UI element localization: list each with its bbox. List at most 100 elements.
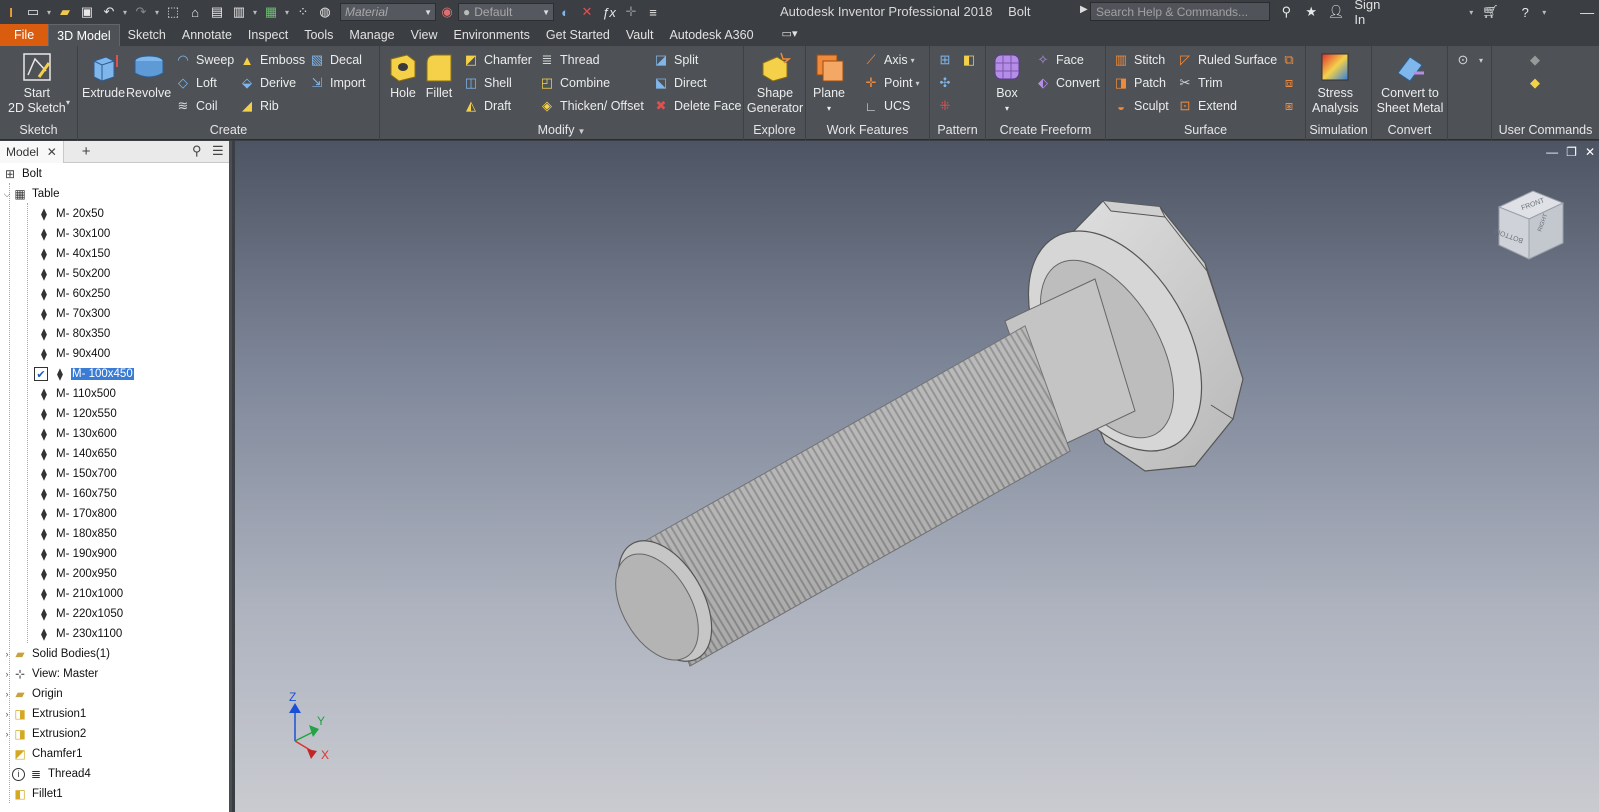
tree-chamfer1[interactable]: ◩ Chamfer1 <box>12 744 84 764</box>
tab-inspect[interactable]: Inspect <box>240 24 296 46</box>
table-row[interactable]: ⧫ M- 50x200 <box>36 264 111 284</box>
browser-tab-model[interactable]: Model ✕ <box>0 140 64 163</box>
tab-view[interactable]: View <box>403 24 446 46</box>
table-row[interactable]: ⧫ M- 200x950 <box>36 564 118 584</box>
expand-icon[interactable]: › <box>2 649 12 659</box>
surface-extra-3-button[interactable]: ⧆ <box>1280 96 1302 116</box>
graphics-viewport[interactable]: — ❐ ✕ FRONT BOTTOM RIGHT Z Y X <box>235 141 1599 812</box>
combine-button[interactable]: ◰ Combine <box>538 73 610 93</box>
table-row[interactable]: ⧫ M- 120x550 <box>36 404 118 424</box>
expand-icon[interactable]: › <box>2 709 12 719</box>
help-icon[interactable]: ? <box>1515 1 1536 23</box>
app-logo-icon[interactable]: I <box>0 1 22 23</box>
search-icon[interactable]: ⚲ <box>192 143 202 159</box>
star-icon[interactable]: ★ <box>1301 1 1322 23</box>
chamfer-button[interactable]: ◩ Chamfer <box>462 50 532 70</box>
ruled-surface-button[interactable]: ◸ Ruled Surface <box>1176 50 1277 70</box>
table-row[interactable]: ⧫ M- 220x1050 <box>36 604 124 624</box>
appearance-combo[interactable]: ● Default ▼ <box>458 3 554 21</box>
table-row[interactable]: ⧫ M- 90x400 <box>36 344 111 364</box>
new-icon[interactable]: ▭ <box>22 1 44 23</box>
mirror-button[interactable]: ◧ <box>960 50 982 70</box>
tab-3d-model[interactable]: 3D Model <box>48 24 120 46</box>
fillet-button[interactable]: Fillet <box>422 50 456 101</box>
help-dropdown-icon[interactable]: ▾ <box>1540 8 1549 17</box>
sketch-dropdown-icon[interactable]: ▾ <box>66 98 70 107</box>
thread-button[interactable]: ≣ Thread <box>538 50 600 70</box>
face-button[interactable]: ✧ Face <box>1034 50 1084 70</box>
coil-button[interactable]: ≋ Coil <box>174 96 218 116</box>
sculpt-button[interactable]: ◒ Sculpt <box>1112 96 1169 116</box>
stress-analysis-button[interactable]: Stress Analysis <box>1312 50 1359 116</box>
table-row[interactable]: ⧫ M- 30x100 <box>36 224 111 244</box>
more-dropdown-button[interactable]: ⊙ ▾ <box>1454 50 1483 70</box>
undo-icon[interactable]: ↶ <box>98 1 120 23</box>
tab-sketch[interactable]: Sketch <box>120 24 174 46</box>
tree-extrusion1[interactable]: › ◨ Extrusion1 <box>2 704 87 724</box>
update-dropdown-icon[interactable]: ▾ <box>282 8 292 17</box>
table-row[interactable]: ⧫ M- 180x850 <box>36 524 118 544</box>
cart-icon[interactable]: 🛒︎ <box>1480 1 1501 23</box>
patch-button[interactable]: ◨ Patch <box>1112 73 1166 93</box>
split-button[interactable]: ◪ Split <box>652 50 698 70</box>
table-row[interactable]: ⧫ M- 130x600 <box>36 424 118 444</box>
sweep-button[interactable]: ◠ Sweep <box>174 50 234 70</box>
table-row[interactable]: ⧫ M- 230x1100 <box>36 624 123 644</box>
tree-view-master[interactable]: › ⊹ View: Master <box>2 664 99 684</box>
table-row[interactable]: ⧫ M- 210x1000 <box>36 584 124 604</box>
project-icon[interactable]: ▥ <box>228 1 250 23</box>
convert-sheet-metal-button[interactable]: Convert to Sheet Metal <box>1374 50 1446 116</box>
project-dropdown-icon[interactable]: ▾ <box>250 8 260 17</box>
measure-icon[interactable]: ⁘ <box>292 1 314 23</box>
add-browser-icon[interactable]: + <box>82 143 91 160</box>
redo-dropdown-icon[interactable]: ▾ <box>152 8 162 17</box>
save-icon[interactable]: ▣ <box>76 1 98 23</box>
home-icon[interactable]: ⌂ <box>184 1 206 23</box>
update-icon[interactable]: ▦ <box>260 1 282 23</box>
material-combo[interactable]: Material ▼ <box>340 3 436 21</box>
table-row[interactable]: ⧫ M- 80x350 <box>36 324 111 344</box>
table-row[interactable]: ⧫ M- 60x250 <box>36 284 111 304</box>
expand-icon[interactable]: › <box>2 669 12 679</box>
hole-button[interactable]: Hole <box>386 50 420 101</box>
table-row[interactable]: ⧫ M- 190x900 <box>36 544 118 564</box>
shell-button[interactable]: ◫ Shell <box>462 73 512 93</box>
new-dropdown-icon[interactable]: ▾ <box>44 8 54 17</box>
plane-button[interactable]: Plane ▾ <box>812 50 846 116</box>
stitch-button[interactable]: ▥ Stitch <box>1112 50 1165 70</box>
close-icon[interactable]: ✕ <box>47 145 57 159</box>
convert-freeform-button[interactable]: ⬖ Convert <box>1034 73 1100 93</box>
surface-extra-1-button[interactable]: ⧉ <box>1280 50 1302 70</box>
table-row[interactable]: ⧫ M- 20x50 <box>36 204 105 224</box>
user-icon[interactable]: 👤︎ <box>1326 1 1347 23</box>
tab-autodesk-a360[interactable]: Autodesk A360 <box>661 24 761 46</box>
viewcube[interactable]: FRONT BOTTOM RIGHT <box>1493 187 1567 265</box>
parameters-fx-icon[interactable]: ƒx <box>598 1 620 23</box>
box-button[interactable]: Box ▾ <box>990 50 1024 116</box>
point-button[interactable]: ✛ Point ▾ <box>862 73 920 93</box>
collapse-icon[interactable]: ⌵ <box>2 189 12 200</box>
tab-vault[interactable]: Vault <box>618 24 662 46</box>
cross-icon[interactable]: ✛ <box>620 1 642 23</box>
customize-qat-icon[interactable]: ≡ <box>642 1 664 23</box>
loft-button[interactable]: ◇ Loft <box>174 73 217 93</box>
import-button[interactable]: ⇲ Import <box>308 73 366 93</box>
menu-icon[interactable]: ☰ <box>212 143 224 159</box>
tree-fillet1[interactable]: ◧ Fillet1 <box>12 784 64 804</box>
tree-extrusion2[interactable]: › ◨ Extrusion2 <box>2 724 87 744</box>
binoculars-icon[interactable]: ⚲ <box>1276 1 1297 23</box>
user-command-1-button[interactable]: ◆ <box>1526 50 1548 70</box>
tree-root[interactable]: ⊞ Bolt <box>2 164 43 184</box>
expand-icon[interactable]: › <box>2 729 12 739</box>
tree-table[interactable]: ⌵ ▦ Table <box>2 184 61 204</box>
table-row[interactable]: ⧫ M- 40x150 <box>36 244 111 264</box>
table-row[interactable]: ⧫ M- 110x500 <box>36 384 117 404</box>
adjust-icon[interactable]: ◐ <box>554 1 576 23</box>
extend-button[interactable]: ⊡ Extend <box>1176 96 1237 116</box>
expand-arrow-icon[interactable]: ▶ <box>1080 4 1088 15</box>
bolt-model[interactable] <box>235 141 1599 812</box>
emboss-button[interactable]: ▲ Emboss <box>238 50 306 70</box>
surface-extra-2-button[interactable]: ⧈ <box>1280 73 1302 93</box>
start-2d-sketch-button[interactable]: Start 2D Sketch <box>8 50 66 116</box>
table-row[interactable]: ⧫ M- 140x650 <box>36 444 118 464</box>
